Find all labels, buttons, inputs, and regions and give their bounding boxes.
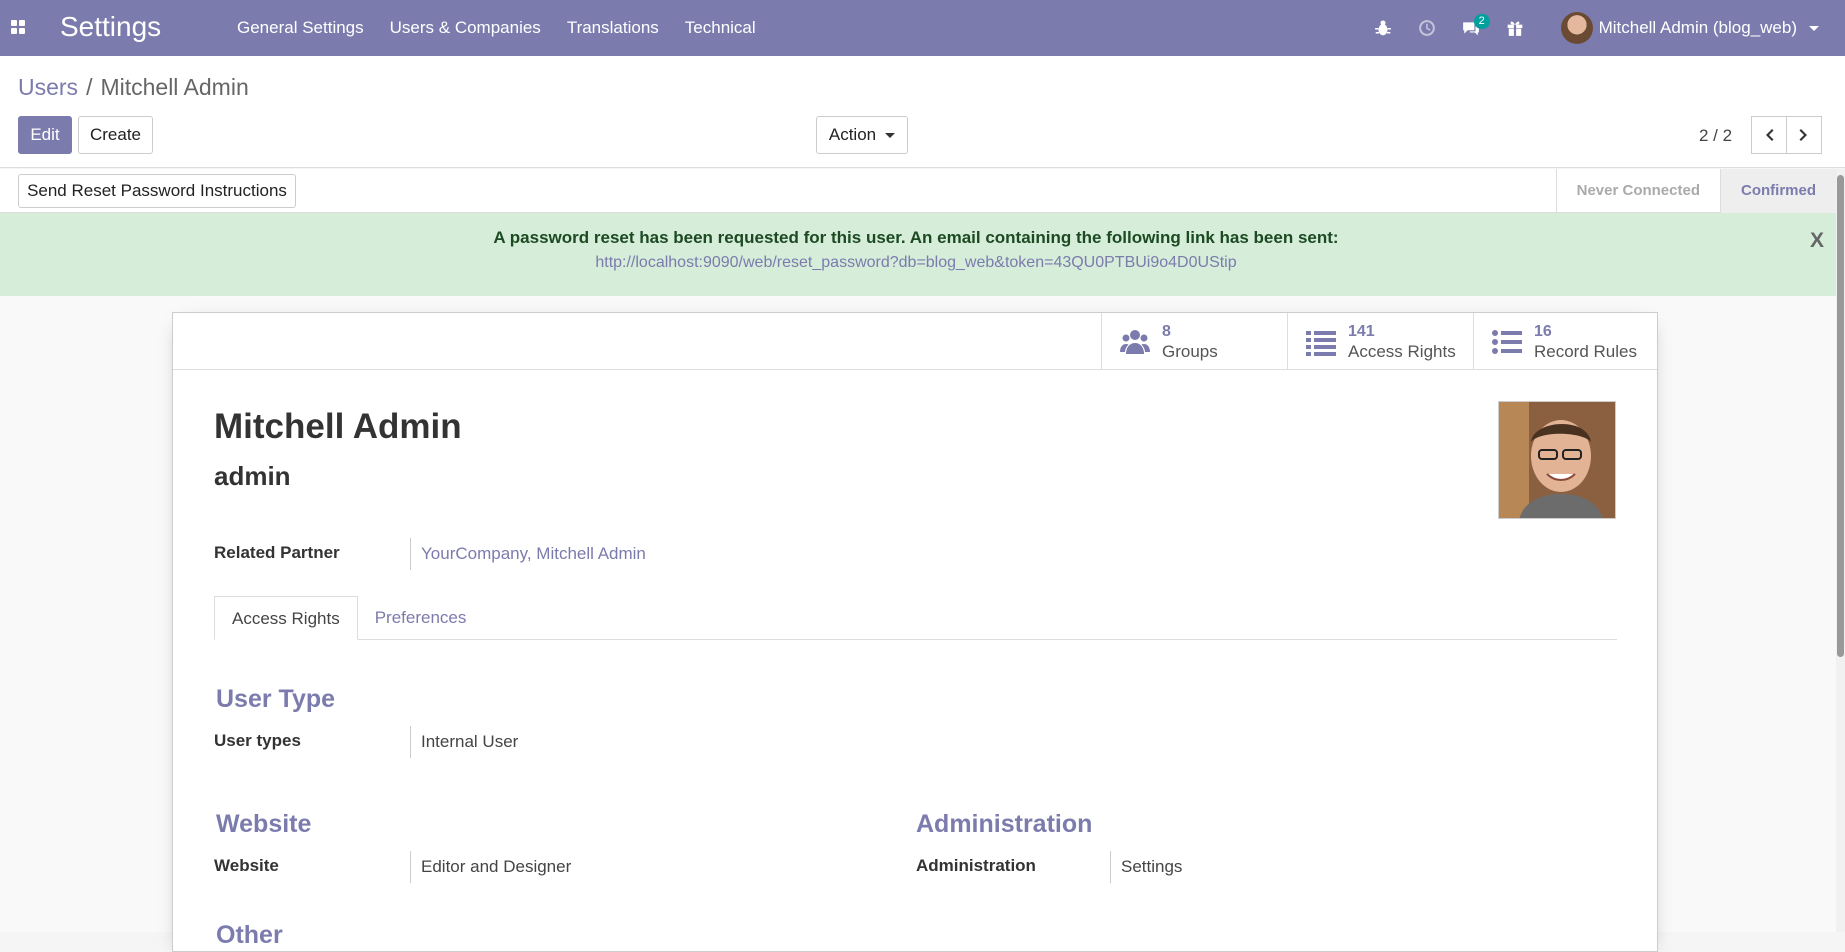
administration-section-title: Administration — [916, 810, 1093, 838]
breadcrumb: Users / Mitchell Admin — [18, 74, 249, 101]
systray: 2 Mitchell Admin (blog_web) — [1361, 0, 1845, 56]
related-partner-label: Related Partner — [214, 543, 340, 562]
breadcrumb-users[interactable]: Users — [18, 74, 78, 100]
edit-button[interactable]: Edit — [18, 116, 72, 154]
related-partner-link[interactable]: YourCompany, Mitchell Admin — [410, 538, 646, 570]
app-title: Settings — [60, 11, 162, 42]
groups-smart-button[interactable]: 8 Groups — [1101, 313, 1287, 370]
breadcrumb-current: Mitchell Admin — [100, 74, 249, 100]
user-name: Mitchell Admin (blog_web) — [1598, 18, 1797, 37]
user-menu[interactable]: Mitchell Admin (blog_web) — [1537, 0, 1845, 56]
messages-chat-icon[interactable]: 2 — [1449, 0, 1493, 56]
chevron-right-icon — [1799, 129, 1807, 141]
breadcrumb-separator: / — [86, 74, 93, 100]
pager-value[interactable]: 2 / 2 — [1699, 126, 1732, 146]
page-scrollbar[interactable] — [1836, 169, 1845, 932]
debug-bug-icon[interactable] — [1361, 0, 1405, 56]
create-button[interactable]: Create — [78, 116, 153, 154]
smart-button-box: 8 Groups 141 Access Rights 16 Record Rul… — [173, 313, 1657, 370]
pager-previous-button[interactable] — [1751, 116, 1787, 154]
record-rules-count: 16 — [1534, 322, 1552, 340]
activity-clock-icon[interactable] — [1405, 0, 1449, 56]
menu-item-general-settings[interactable]: General Settings — [224, 0, 377, 56]
avatar — [1560, 12, 1593, 44]
menu-item-users-companies[interactable]: Users & Companies — [377, 0, 554, 56]
message-count-badge: 2 — [1473, 14, 1490, 29]
user-types-value[interactable]: Internal User — [410, 726, 518, 758]
other-section-title: Other — [216, 921, 283, 949]
user-login[interactable]: admin — [214, 461, 291, 492]
groups-count: 8 — [1162, 322, 1171, 340]
access-rights-smart-button[interactable]: 141 Access Rights — [1287, 313, 1473, 370]
access-rights-label: Access Rights — [1348, 341, 1456, 361]
tab-access-rights[interactable]: Access Rights — [214, 596, 358, 640]
apps-menu-icon[interactable] — [11, 20, 27, 34]
user-name-title[interactable]: Mitchell Admin — [214, 407, 462, 447]
pager-next-button[interactable] — [1786, 116, 1822, 154]
alert-close-button[interactable]: X — [1810, 229, 1824, 253]
top-navbar: Settings General Settings Users & Compan… — [0, 0, 1845, 56]
administration-label: Administration — [916, 856, 1036, 875]
website-value[interactable]: Editor and Designer — [410, 851, 571, 883]
main-menu: General Settings Users & Companies Trans… — [224, 0, 769, 56]
control-panel: Users / Mitchell Admin Edit Create Action … — [0, 56, 1845, 168]
alert-message: A password reset has been requested for … — [493, 228, 1339, 247]
access-rights-count: 141 — [1348, 322, 1375, 340]
website-section-title: Website — [216, 810, 312, 838]
form-statusbar: Send Reset Password Instructions Never C… — [0, 169, 1836, 213]
status-steps: Never Connected Confirmed — [1555, 169, 1836, 213]
user-photo[interactable] — [1498, 401, 1616, 519]
notebook-tabs: Access Rights Preferences — [214, 596, 1617, 640]
list-icon — [1306, 330, 1336, 356]
user-types-label: User types — [214, 731, 301, 750]
record-rules-smart-button[interactable]: 16 Record Rules — [1473, 313, 1659, 370]
chevron-down-icon — [1809, 25, 1819, 31]
reset-password-link[interactable]: http://localhost:9090/web/reset_password… — [0, 254, 1832, 272]
record-rules-label: Record Rules — [1534, 341, 1637, 361]
groups-label: Groups — [1162, 341, 1218, 361]
caret-down-icon — [885, 132, 896, 138]
administration-value[interactable]: Settings — [1110, 851, 1182, 883]
action-dropdown-button[interactable]: Action — [816, 116, 908, 154]
user-type-section-title: User Type — [216, 685, 336, 713]
menu-item-translations[interactable]: Translations — [554, 0, 672, 56]
list-ul-icon — [1492, 329, 1522, 354]
scrollbar-thumb[interactable] — [1837, 175, 1844, 657]
users-group-icon — [1120, 329, 1150, 354]
send-reset-password-button[interactable]: Send Reset Password Instructions — [18, 174, 296, 208]
gift-icon[interactable] — [1493, 0, 1537, 56]
tab-preferences[interactable]: Preferences — [358, 596, 484, 640]
action-label: Action — [828, 125, 877, 144]
status-never-connected[interactable]: Never Connected — [1555, 169, 1720, 213]
chevron-left-icon — [1766, 129, 1774, 141]
user-photo-portrait — [1499, 402, 1615, 518]
menu-item-technical[interactable]: Technical — [672, 0, 769, 56]
status-confirmed[interactable]: Confirmed — [1720, 169, 1836, 213]
website-label: Website — [214, 856, 279, 875]
form-sheet: 8 Groups 141 Access Rights 16 Record Rul… — [172, 312, 1658, 952]
password-reset-alert: A password reset has been requested for … — [0, 213, 1836, 296]
